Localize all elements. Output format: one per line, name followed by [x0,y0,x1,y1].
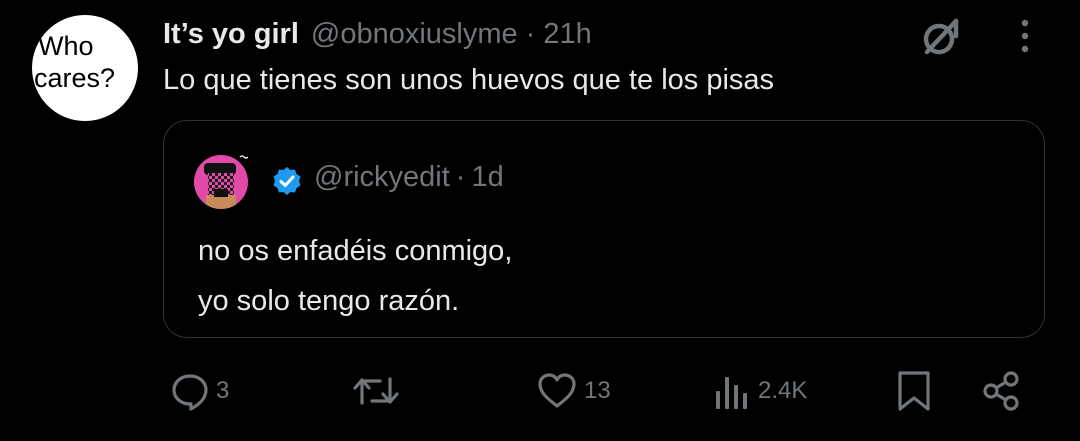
share-button[interactable] [980,368,1024,414]
quote-text-line2: yo solo tengo razón. [198,285,460,317]
quote-avatar[interactable] [194,155,248,209]
views-icon [716,377,747,409]
bookmark-icon [898,371,930,411]
avatar-text-line1: Who [38,31,94,61]
like-icon [538,373,576,408]
quote-header: @rickyedit · 1d [314,161,504,194]
bookmark-button[interactable] [894,368,934,414]
quote-handle[interactable]: @rickyedit [314,161,450,193]
repost-icon [353,377,399,405]
tweet[interactable]: Who cares? It’s yo girl @obnoxiuslyme · … [0,0,1080,441]
like-count: 13 [584,377,611,404]
quote-text: no os enfadéis conmigo, yo solo tengo ra… [198,226,512,326]
quote-text-line1: no os enfadéis conmigo, [198,235,513,267]
quoted-tweet[interactable]: @rickyedit · 1d no os enfadéis conmigo, yo… [163,120,1045,338]
display-name[interactable]: It’s yo girl [163,18,299,51]
views-count: 2.4K [758,377,808,404]
tweet-header: It’s yo girl @obnoxiuslyme · 21h [163,14,592,54]
reply-icon [172,374,208,411]
avatar[interactable]: Who cares? [32,15,138,121]
avatar-text-line2: cares? [34,63,116,93]
reply-button[interactable]: 3 [170,368,229,414]
quote-timestamp[interactable]: 1d [471,161,503,193]
views-button[interactable]: 2.4K [712,368,807,414]
more-icon[interactable] [1010,16,1040,58]
avatar-text: Who cares? [32,15,138,121]
tweet-text: Lo que tienes son unos huevos que te los… [163,64,775,96]
handle[interactable]: @obnoxiuslyme [311,18,518,51]
repost-button[interactable] [352,368,406,414]
like-button[interactable]: 13 [536,368,611,414]
share-icon [983,371,1019,411]
reply-count: 3 [216,377,230,404]
timestamp[interactable]: 21h [543,18,591,51]
quote-separator: · [455,161,466,193]
separator: · [525,17,536,50]
verified-icon [273,167,301,195]
grok-icon[interactable] [918,14,964,60]
